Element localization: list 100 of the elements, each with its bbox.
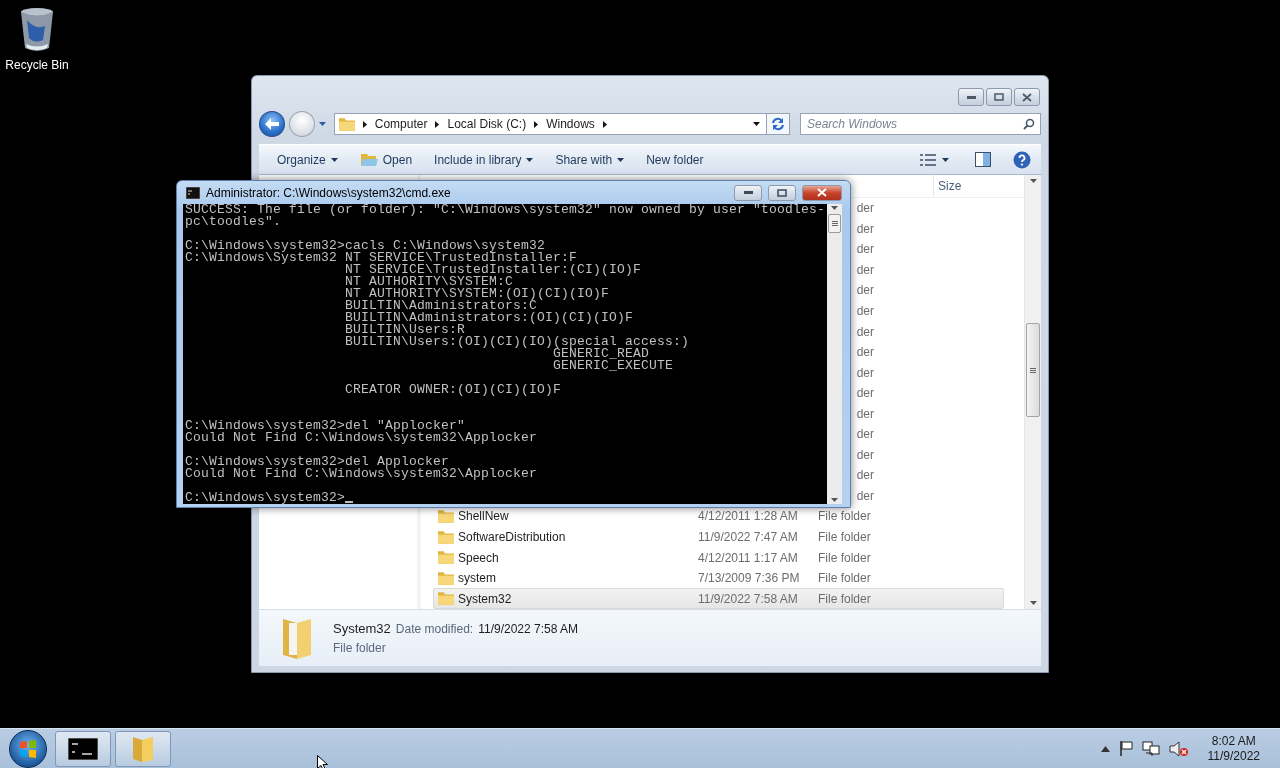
- caret-icon: [318, 122, 326, 126]
- file-row[interactable]: Speech 4/12/2011 1:17 AM File folder: [433, 547, 1004, 568]
- caret-icon: [942, 157, 949, 162]
- back-button[interactable]: [259, 111, 285, 137]
- file-type: der: [856, 324, 874, 339]
- date-modified: 7/13/2009 7:36 PM: [698, 571, 800, 586]
- caret-icon: [831, 206, 838, 210]
- console-line: pc\toodles".: [185, 216, 281, 228]
- folder-icon: [438, 530, 454, 544]
- file-type: der: [856, 201, 874, 216]
- console-line: C:\Windows\system32>cacls C:\Windows\system32: [185, 240, 546, 252]
- folder-icon: [438, 509, 454, 523]
- file-name: SoftwareDistribution: [458, 530, 566, 544]
- file-type: der: [856, 365, 874, 380]
- back-arrow-icon: [264, 118, 279, 130]
- icon-label: Recycle Bin: [5, 58, 69, 72]
- minimize-button[interactable]: [734, 184, 762, 201]
- address-field[interactable]: Computer Local Disk (C:) Windows: [333, 113, 768, 135]
- minimize-button[interactable]: [958, 88, 984, 106]
- maximize-icon: [777, 188, 787, 197]
- flag-icon[interactable]: [1118, 741, 1133, 756]
- toolbar-button[interactable]: Organize: [269, 147, 346, 172]
- file-type: der: [856, 447, 874, 462]
- toolbar-button[interactable]: Share with: [547, 147, 633, 172]
- grip-icon: [831, 221, 838, 226]
- clock[interactable]: 8:02 AM 11/9/2022: [1207, 734, 1260, 763]
- folder-icon: [438, 592, 454, 606]
- show-hidden-icons-button[interactable]: [1100, 745, 1110, 752]
- start-button[interactable]: [9, 729, 47, 768]
- console-line: NT SERVICE\TrustedInstaller:(CI)(IO)F: [345, 264, 642, 276]
- maximize-button[interactable]: [986, 88, 1012, 106]
- file-type: der: [856, 427, 874, 442]
- console-line: C:\Windows\system32>del Applocker: [185, 456, 450, 468]
- scrollbar[interactable]: [1024, 175, 1041, 609]
- breadcrumb[interactable]: Windows: [546, 117, 595, 131]
- file-type: der: [856, 345, 874, 360]
- caret-icon: [831, 498, 838, 502]
- taskbar-button[interactable]: [55, 730, 111, 767]
- folder-icon: [438, 571, 454, 585]
- file-type: der: [856, 262, 874, 277]
- file-row[interactable]: system 7/13/2009 7:36 PM File folder: [433, 567, 1004, 589]
- console-line: CREATOR OWNER:(OI)(CI)(IO)F: [345, 384, 562, 396]
- windows-logo-icon: [19, 739, 37, 758]
- close-icon: [817, 188, 827, 197]
- file-name: System32: [458, 591, 512, 606]
- pane-icon: [975, 152, 991, 167]
- mouse-pointer-icon: [317, 755, 329, 768]
- file-row[interactable]: System32 11/9/2022 7:58 AM File folder: [433, 588, 1004, 609]
- console-line: Could Not Find C:\Windows\system32\Applocker: [185, 432, 538, 444]
- console-line: C:\Windows\system32>del "Applocker": [185, 420, 466, 432]
- console-icon: [186, 186, 200, 199]
- date-modified: 4/12/2011 1:28 AM: [698, 509, 798, 524]
- close-button[interactable]: [1014, 88, 1040, 106]
- close-icon: [1022, 92, 1032, 102]
- breadcrumb[interactable]: Computer: [374, 117, 428, 131]
- scroll-thumb[interactable]: [1026, 323, 1040, 417]
- file-type: File folder: [818, 509, 871, 524]
- caret-icon: [753, 122, 761, 126]
- clock-date: 11/9/2022: [1207, 749, 1260, 763]
- chevron-icon: [435, 120, 440, 128]
- speaker-muted-icon[interactable]: [1168, 740, 1189, 757]
- item-name: System32: [333, 621, 391, 636]
- file-name: ShellNew: [458, 509, 509, 524]
- network-icon[interactable]: [1141, 740, 1160, 757]
- console-line: NT AUTHORITY\SYSTEM:C: [345, 276, 514, 288]
- file-name: Speech: [458, 550, 499, 565]
- help-icon: [1013, 150, 1031, 169]
- console-line: BUILTIN\Users:R: [345, 324, 466, 336]
- file-row[interactable]: ShellNew 4/12/2011 1:28 AM File folder: [433, 506, 1004, 527]
- file-type: der: [856, 304, 874, 318]
- console-line: GENERIC_EXECUTE: [553, 360, 674, 372]
- caret-icon: [526, 157, 534, 162]
- minimize-icon: [966, 95, 976, 99]
- scrollbar[interactable]: [827, 204, 842, 504]
- console-line: C:\Windows\System32 NT SERVICE\TrustedInstaller:F: [185, 252, 578, 264]
- toolbar-button[interactable]: Open: [351, 147, 421, 172]
- chevron-icon: [534, 120, 539, 128]
- console-line: NT AUTHORITY\SYSTEM:(OI)(CI)(IO)F: [345, 288, 610, 300]
- maximize-button[interactable]: [768, 184, 796, 201]
- caret-icon: [617, 157, 625, 162]
- column-header[interactable]: Size: [933, 175, 1018, 197]
- text-cursor: [345, 501, 354, 503]
- clock-time: 8:02 AM: [1211, 734, 1256, 748]
- console-line: C:\Windows\system32>: [185, 492, 346, 504]
- toolbar-button[interactable]: New folder: [638, 147, 712, 172]
- refresh-button[interactable]: [766, 113, 790, 135]
- date-modified: 11/9/2022 7:47 AM: [698, 530, 798, 544]
- recycle-bin-icon[interactable]: [19, 6, 55, 52]
- folder-icon: [338, 117, 355, 131]
- grip-icon: [1030, 367, 1036, 373]
- list-view-icon: [920, 153, 936, 166]
- toolbar-button[interactable]: Include in library: [426, 147, 542, 172]
- scroll-thumb[interactable]: [828, 214, 841, 233]
- close-button[interactable]: [802, 184, 842, 201]
- date-modified: 4/12/2011 1:17 AM: [698, 550, 798, 565]
- breadcrumb[interactable]: Local Disk (C:): [447, 117, 527, 131]
- item-type: File folder: [333, 641, 387, 655]
- file-row[interactable]: SoftwareDistribution 11/9/2022 7:47 AM File folder: [433, 526, 1004, 548]
- console-line: BUILTIN\Users:(OI)(CI)(IO)(special access:): [345, 336, 690, 348]
- search-field[interactable]: Search Windows: [800, 113, 1041, 135]
